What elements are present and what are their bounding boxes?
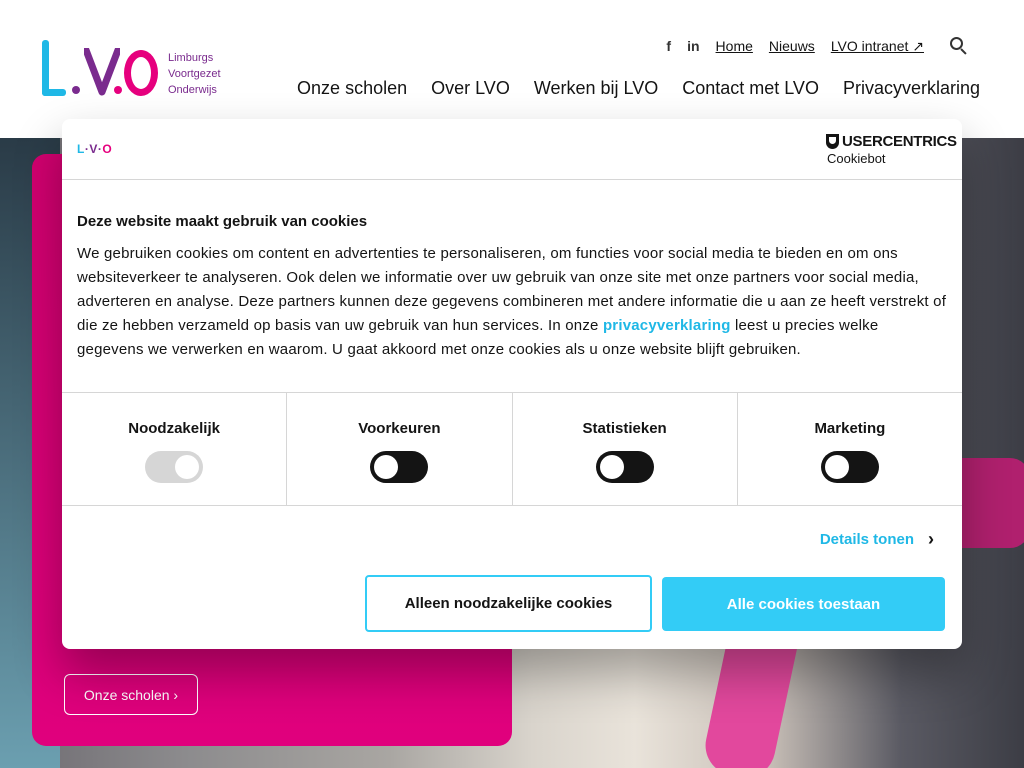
usercentrics-logo[interactable]: USERCENTRICS Cookiebot	[826, 133, 957, 167]
dialog-body: Deze website maakt gebruik van cookies W…	[77, 213, 947, 362]
nav-item-onze-scholen[interactable]: Onze scholen	[297, 78, 407, 99]
nav-item-over-lvo[interactable]: Over LVO	[431, 78, 510, 99]
category-marketing: Marketing	[738, 393, 962, 505]
toggle-statistieken[interactable]	[595, 451, 654, 483]
site-header: Limburgs Voortgezet Onderwijs f in Home …	[0, 0, 1024, 138]
dialog-description: We gebruiken cookies om content en adver…	[77, 242, 947, 362]
toggle-marketing[interactable]	[820, 451, 879, 483]
details-toggle-link[interactable]: Details tonen ›	[820, 529, 934, 550]
consent-categories: Noodzakelijk Voorkeuren Statistieken Mar…	[62, 392, 962, 506]
category-label: Noodzakelijk	[128, 420, 220, 437]
dialog-header: L·V·O USERCENTRICS Cookiebot	[62, 119, 962, 180]
nav-item-werken-bij-lvo[interactable]: Werken bij LVO	[534, 78, 658, 99]
logo-tagline-line: Onderwijs	[168, 84, 217, 96]
logo-letter-o	[124, 50, 158, 96]
nav-item-privacyverklaring[interactable]: Privacyverklaring	[843, 78, 980, 99]
lvo-logo[interactable]: Limburgs Voortgezet Onderwijs	[42, 36, 242, 102]
logo-dot	[114, 86, 122, 94]
utility-nav: f in Home Nieuws LVO intranet ↗	[666, 36, 924, 56]
usercentrics-wordmark: USERCENTRICS	[842, 133, 957, 150]
util-link-nieuws[interactable]: Nieuws	[769, 38, 815, 54]
logo-letter-l	[42, 40, 68, 96]
dialog-title: Deze website maakt gebruik van cookies	[77, 213, 368, 230]
util-link-home[interactable]: Home	[716, 38, 753, 54]
privacy-link[interactable]: privacyverklaring	[603, 317, 731, 334]
search-icon[interactable]	[948, 36, 968, 56]
category-statistieken: Statistieken	[513, 393, 738, 505]
category-voorkeuren: Voorkeuren	[287, 393, 513, 505]
details-label: Details tonen	[819, 531, 914, 548]
lvo-logo-mark	[42, 36, 162, 102]
logo-tagline-line: Voortgezet	[168, 68, 221, 80]
logo-tagline-line: Limburgs	[168, 52, 214, 64]
facebook-icon[interactable]: f	[666, 38, 671, 54]
category-label: Voorkeuren	[358, 420, 441, 437]
shield-icon	[826, 134, 839, 149]
hero-onze-scholen-button[interactable]: Onze scholen ›	[64, 674, 198, 715]
category-noodzakelijk: Noodzakelijk	[62, 393, 288, 505]
nav-item-contact[interactable]: Contact met LVO	[682, 78, 819, 99]
cookie-consent-dialog: L·V·O USERCENTRICS Cookiebot Deze websit…	[62, 119, 962, 649]
main-nav: Onze scholen Over LVO Werken bij LVO Con…	[297, 78, 980, 99]
linkedin-icon[interactable]: in	[687, 38, 699, 54]
toggle-noodzakelijk	[145, 451, 204, 483]
category-label: Statistieken	[582, 420, 667, 437]
logo-dot	[72, 86, 80, 94]
dialog-lvo-logo: L·V·O	[77, 142, 113, 156]
cookiebot-wordmark: Cookiebot	[827, 151, 886, 166]
toggle-voorkeuren[interactable]	[370, 451, 429, 483]
category-label: Marketing	[814, 420, 886, 437]
chevron-right-icon: ›	[928, 529, 934, 549]
allow-all-button[interactable]: Alle cookies toestaan	[662, 577, 945, 631]
logo-tagline: Limburgs Voortgezet Onderwijs	[168, 50, 221, 98]
allow-necessary-button[interactable]: Alleen noodzakelijke cookies	[365, 575, 652, 632]
util-link-intranet[interactable]: LVO intranet ↗	[831, 38, 924, 55]
